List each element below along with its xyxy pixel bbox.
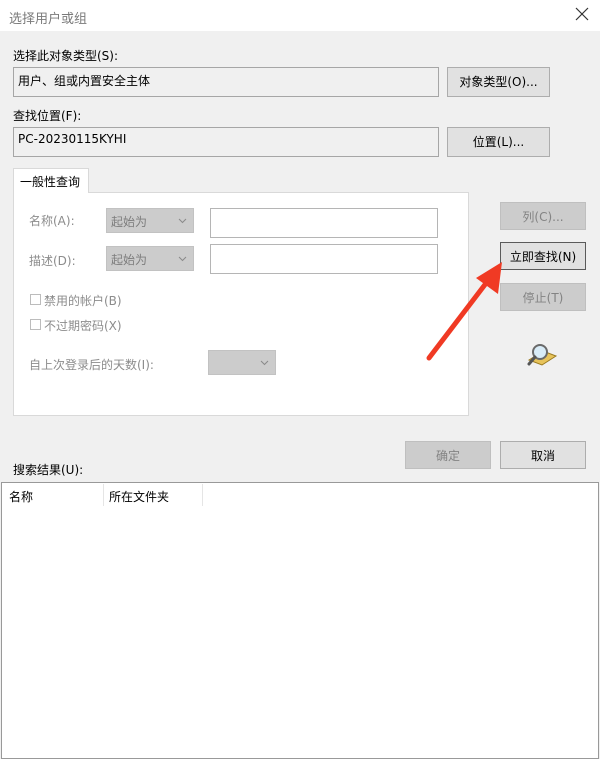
object-type-field: 用户、组或内置安全主体 bbox=[13, 67, 439, 97]
ok-button[interactable]: 确定 bbox=[405, 441, 491, 469]
location-field: PC-20230115KYHI bbox=[13, 127, 439, 157]
object-type-label: 选择此对象类型(S): bbox=[13, 49, 119, 63]
non-expiring-password-checkbox[interactable] bbox=[30, 319, 41, 330]
name-match-value: 起始为 bbox=[111, 215, 148, 229]
days-since-logon-label: 自上次登录后的天数(I): bbox=[29, 358, 154, 372]
window-title: 选择用户或组 bbox=[9, 12, 88, 27]
column-divider[interactable] bbox=[103, 484, 104, 506]
column-divider[interactable] bbox=[202, 484, 203, 506]
location-label: 查找位置(F): bbox=[13, 109, 82, 123]
annotation-arrow bbox=[426, 262, 502, 361]
description-match-value: 起始为 bbox=[111, 253, 148, 267]
disabled-accounts-checkbox[interactable] bbox=[30, 294, 41, 305]
name-input[interactable] bbox=[210, 208, 438, 238]
chevron-down-icon bbox=[178, 256, 187, 262]
close-icon[interactable] bbox=[574, 6, 590, 22]
description-match-select[interactable]: 起始为 bbox=[106, 246, 194, 271]
column-header-folder[interactable]: 所在文件夹 bbox=[109, 488, 169, 505]
object-type-value: 用户、组或内置安全主体 bbox=[18, 74, 151, 88]
non-expiring-password-label: 不过期密码(X) bbox=[44, 319, 122, 333]
search-icon bbox=[525, 342, 559, 368]
search-results-list[interactable] bbox=[1, 482, 599, 759]
search-results-label: 搜索结果(U): bbox=[13, 463, 84, 477]
name-match-select[interactable]: 起始为 bbox=[106, 208, 194, 233]
cancel-button[interactable]: 取消 bbox=[500, 441, 586, 469]
title-bar bbox=[0, 0, 600, 31]
column-header-name[interactable]: 名称 bbox=[9, 488, 33, 505]
chevron-down-icon bbox=[178, 218, 187, 224]
tab-common-queries[interactable]: 一般性查询 bbox=[13, 168, 89, 193]
description-input[interactable] bbox=[210, 244, 438, 274]
name-label: 名称(A): bbox=[29, 214, 75, 228]
chevron-down-icon bbox=[260, 360, 269, 366]
disabled-accounts-label: 禁用的帐户(B) bbox=[44, 294, 122, 308]
days-since-logon-select[interactable] bbox=[208, 350, 276, 375]
object-types-button[interactable]: 对象类型(O)... bbox=[447, 67, 550, 97]
locations-button[interactable]: 位置(L)... bbox=[447, 127, 550, 157]
description-label: 描述(D): bbox=[29, 254, 76, 268]
columns-button[interactable]: 列(C)... bbox=[500, 202, 586, 230]
location-value: PC-20230115KYHI bbox=[18, 132, 127, 146]
